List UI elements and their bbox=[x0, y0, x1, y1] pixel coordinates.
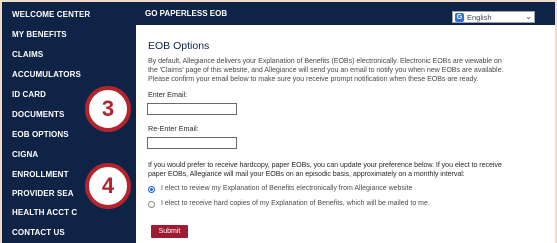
section-title: EOB Options bbox=[148, 40, 210, 52]
language-select[interactable]: G English ⌄ bbox=[452, 11, 535, 23]
sidebar-item-claims[interactable]: CLAIMS bbox=[12, 50, 43, 59]
language-selected-value: English bbox=[467, 13, 492, 22]
main-content: GO PAPERLESS EOB G English ⌄ EOB Options… bbox=[136, 2, 555, 243]
page-header-title: GO PAPERLESS EOB bbox=[145, 9, 228, 18]
sidebar-item-provider-search[interactable]: PROVIDER SEA bbox=[12, 189, 74, 198]
sidebar-item-welcome-center[interactable]: WELCOME CENTER bbox=[12, 10, 90, 19]
screenshot-frame: WELCOME CENTER MY BENEFITS CLAIMS ACCUMU… bbox=[0, 0, 557, 243]
radio-paper-eob[interactable] bbox=[148, 201, 155, 208]
sidebar-item-my-benefits[interactable]: MY BENEFITS bbox=[12, 30, 67, 39]
sidebar-item-cigna[interactable]: CIGNA bbox=[12, 150, 38, 159]
sidebar-item-accumulators[interactable]: ACCUMULATORS bbox=[12, 70, 81, 79]
intro-text-line: Please confirm your email below to make … bbox=[148, 75, 479, 83]
reenter-email-field[interactable] bbox=[147, 137, 237, 149]
sidebar-item-contact-us[interactable]: CONTACT US bbox=[12, 228, 65, 237]
sidebar-item-health-account[interactable]: HEALTH ACCT C bbox=[12, 208, 77, 217]
intro-text-line: By default, Allegiance delivers your Exp… bbox=[148, 57, 502, 65]
sidebar-item-eob-options[interactable]: EOB OPTIONS bbox=[12, 130, 69, 139]
google-translate-icon: G bbox=[455, 13, 464, 22]
submit-button[interactable]: Submit bbox=[151, 225, 188, 238]
callout-badge-3: 3 bbox=[85, 86, 131, 132]
paper-eob-text-line: paper EOBs, Allegiance will mail your EO… bbox=[148, 170, 465, 178]
radio-paper-eob-label[interactable]: I elect to receive hard copies of my Exp… bbox=[161, 200, 430, 207]
chevron-down-icon: ⌄ bbox=[525, 12, 532, 21]
radio-electronic-eob[interactable] bbox=[148, 186, 155, 193]
email-field[interactable] bbox=[147, 103, 237, 115]
paper-eob-text-line: If you would prefer to receive hardcopy,… bbox=[148, 161, 502, 169]
reenter-email-label: Re-Enter Email: bbox=[148, 124, 199, 133]
intro-text-line: the 'Claims' page of this website, and A… bbox=[148, 66, 504, 74]
sidebar-item-id-card[interactable]: ID CARD bbox=[12, 90, 46, 99]
radio-electronic-eob-label[interactable]: I elect to review my Explanation of Bene… bbox=[161, 185, 412, 192]
sidebar-item-enrollment[interactable]: ENROLLMENT bbox=[12, 170, 69, 179]
sidebar-item-documents[interactable]: DOCUMENTS bbox=[12, 110, 64, 119]
callout-badge-4: 4 bbox=[85, 163, 131, 209]
top-bar: GO PAPERLESS EOB G English ⌄ bbox=[136, 2, 555, 25]
email-label: Enter Email: bbox=[148, 90, 188, 99]
